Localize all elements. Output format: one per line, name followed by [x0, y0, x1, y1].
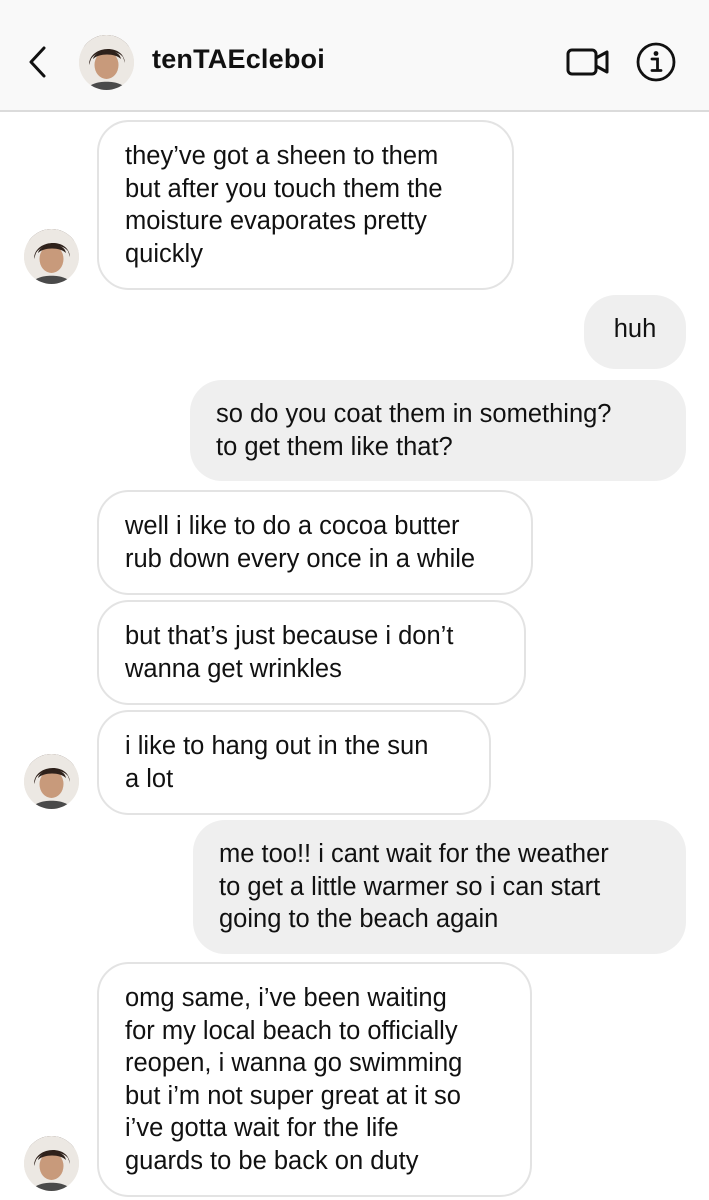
- message-bubble-outgoing[interactable]: huh: [584, 295, 686, 369]
- message-bubble-incoming[interactable]: well i like to do a cocoa butter rub dow…: [97, 490, 533, 595]
- message-line: but i’m not super great at it so: [125, 1081, 461, 1110]
- avatar[interactable]: [79, 35, 134, 90]
- message-bubble-outgoing[interactable]: so do you coat them in something? to get…: [190, 380, 686, 481]
- message-line: but that’s just because i don’t: [125, 622, 454, 650]
- message-line: going to the beach again: [219, 905, 499, 933]
- avatar-photo: [24, 229, 79, 284]
- message-line: but after you touch them the: [125, 174, 443, 203]
- message-line: i’ve gotta wait for the life: [125, 1114, 399, 1142]
- message-line: quickly: [125, 239, 203, 268]
- message-line: well i like to do a cocoa butter: [125, 512, 460, 540]
- message-bubble-incoming[interactable]: but that’s just because i don’t wanna ge…: [97, 600, 526, 705]
- message-line: me too!! i cant wait for the weather: [219, 840, 609, 868]
- message-bubble-incoming[interactable]: they’ve got a sheen to them but after yo…: [97, 120, 514, 290]
- message-line: for my local beach to officially: [125, 1016, 458, 1045]
- message-line: reopen, i wanna go swimming: [125, 1049, 463, 1077]
- back-button[interactable]: [22, 38, 56, 86]
- message-line: omg same, i’ve been waiting: [125, 984, 447, 1012]
- message-line: they’ve got a sheen to them: [125, 142, 439, 170]
- message-line: so do you coat them in something?: [216, 400, 612, 428]
- message-line: to get them like that?: [216, 432, 453, 461]
- info-icon: [636, 42, 676, 82]
- sender-avatar[interactable]: [24, 229, 79, 284]
- message-line: to get a little warmer so i can start: [219, 872, 601, 901]
- message-line: moisture evaporates pretty: [125, 207, 427, 235]
- sender-avatar[interactable]: [24, 754, 79, 809]
- chevron-left-icon: [29, 46, 46, 78]
- message-bubble-incoming[interactable]: i like to hang out in the sun a lot: [97, 710, 491, 815]
- video-call-button[interactable]: [566, 46, 610, 78]
- chat-header: tenTAEcleboi: [0, 0, 709, 112]
- info-button[interactable]: [636, 42, 676, 82]
- message-line: rub down every once in a while: [125, 544, 476, 573]
- video-camera-icon: [566, 48, 609, 76]
- message-line: a lot: [125, 764, 174, 793]
- message-line: i like to hang out in the sun: [125, 732, 429, 760]
- message-line: wanna get wrinkles: [125, 654, 342, 683]
- message-bubble-outgoing[interactable]: me too!! i cant wait for the weather to …: [193, 820, 686, 954]
- sender-avatar[interactable]: [24, 1136, 79, 1191]
- message-line: huh: [613, 315, 657, 343]
- avatar-photo: [24, 1136, 79, 1191]
- avatar-photo: [24, 754, 79, 809]
- message-bubble-incoming[interactable]: omg same, i’ve been waiting for my local…: [97, 962, 532, 1197]
- message-line: guards to be back on duty: [125, 1146, 419, 1175]
- chat-username[interactable]: tenTAEcleboi: [152, 44, 325, 75]
- avatar-photo: [79, 35, 134, 90]
